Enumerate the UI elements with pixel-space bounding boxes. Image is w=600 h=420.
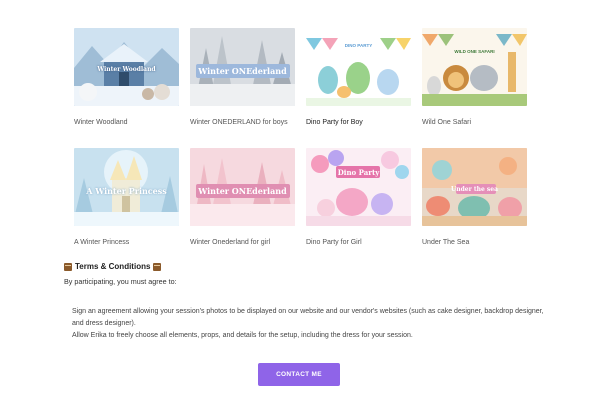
terms-list: Sign an agreement allowing your session'…	[72, 306, 552, 342]
theme-image-under-the-sea[interactable]: Under the sea	[422, 148, 527, 226]
theme-image-wild-one-safari[interactable]: WILD ONE SAFARI	[422, 28, 527, 106]
theme-caption[interactable]: Dino Party for Boy	[306, 119, 411, 126]
theme-card-winter-woodland[interactable]: Winter Woodland Winter Woodland	[74, 28, 179, 126]
theme-caption[interactable]: Dino Party for Girl	[306, 239, 411, 246]
book-icon	[153, 262, 162, 271]
terms-heading-text: Terms & Conditions	[75, 262, 151, 271]
theme-card-dino-party-boy[interactable]: DINO PARTY Dino Party for Boy	[306, 28, 411, 126]
contact-me-button[interactable]: CONTACT ME	[258, 363, 340, 386]
theme-card-winter-onederland-boys[interactable]: Winter ONEderland Winter ONEDERLAND for …	[190, 28, 295, 126]
terms-heading: Terms & Conditions	[64, 262, 162, 271]
terms-intro: By participating, you must agree to:	[64, 277, 177, 286]
theme-overlay-title: Under the sea	[451, 186, 498, 193]
theme-card-wild-one-safari[interactable]: WILD ONE SAFARI Wild One Safari	[422, 28, 527, 126]
theme-caption[interactable]: Wild One Safari	[422, 119, 527, 126]
theme-card-dino-party-girl[interactable]: Dino Party Dino Party for Girl	[306, 148, 411, 246]
theme-image-dino-party-boy[interactable]: DINO PARTY	[306, 28, 411, 106]
theme-image-winter-onederland-girl[interactable]: Winter ONEderland	[190, 148, 295, 226]
theme-caption[interactable]: Winter Woodland	[74, 119, 179, 126]
terms-item: Sign an agreement allowing your session'…	[72, 308, 544, 327]
theme-overlay-title: WILD ONE SAFARI	[454, 49, 495, 54]
theme-caption[interactable]: A Winter Princess	[74, 239, 179, 246]
theme-overlay-title: Winter Woodland	[97, 66, 156, 73]
terms-item: Allow Erika to freely choose all element…	[72, 332, 413, 339]
theme-card-under-the-sea[interactable]: Under the sea Under The Sea	[422, 148, 527, 246]
theme-card-winter-onederland-girl[interactable]: Winter ONEderland Winter Onederland for …	[190, 148, 295, 246]
theme-caption[interactable]: Winter Onederland for girl	[190, 239, 295, 246]
book-icon	[64, 262, 72, 271]
theme-image-dino-party-girl[interactable]: Dino Party	[306, 148, 411, 226]
theme-overlay-title: DINO PARTY	[344, 43, 373, 48]
theme-overlay-title: Winter ONEderland	[198, 186, 287, 196]
theme-caption[interactable]: Winter ONEDERLAND for boys	[190, 119, 295, 126]
theme-overlay-title: Winter ONEderland	[198, 66, 287, 76]
theme-image-winter-princess[interactable]: A Winter Princess	[74, 148, 179, 226]
theme-caption[interactable]: Under The Sea	[422, 239, 527, 246]
theme-image-winter-onederland-boys[interactable]: Winter ONEderland	[190, 28, 295, 106]
theme-overlay-title: A Winter Princess	[86, 186, 167, 196]
theme-overlay-title: Dino Party	[337, 168, 380, 177]
theme-image-winter-woodland[interactable]: Winter Woodland	[74, 28, 179, 106]
theme-card-winter-princess[interactable]: A Winter Princess A Winter Princess	[74, 148, 179, 246]
